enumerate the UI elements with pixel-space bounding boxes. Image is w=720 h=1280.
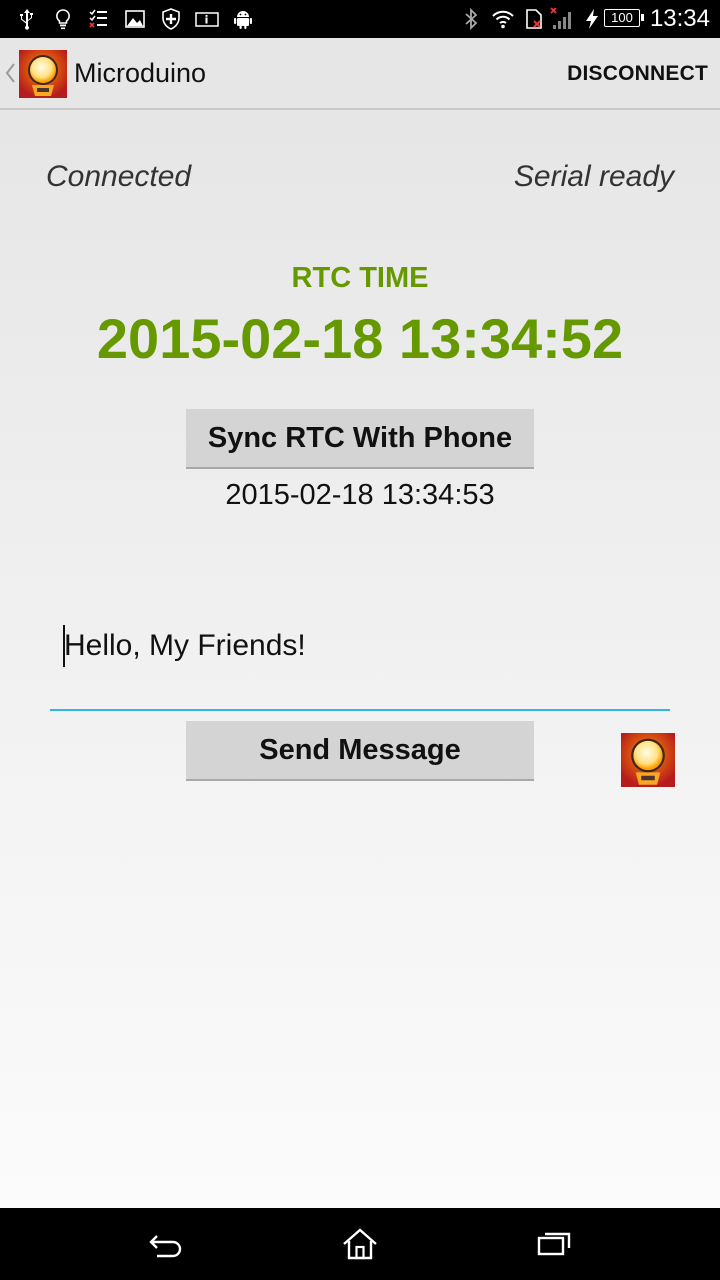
battery-icon: 100	[604, 9, 644, 27]
action-bar: Microduino DISCONNECT	[0, 38, 720, 110]
battery-level: 100	[611, 10, 633, 25]
sync-rtc-button[interactable]: Sync RTC With Phone	[186, 409, 534, 469]
app-logo-icon[interactable]	[19, 50, 67, 98]
signal-icon	[550, 7, 571, 29]
bluetooth-icon	[465, 7, 478, 31]
image-icon	[125, 10, 145, 28]
rtc-time-value: 2015-02-18 13:34:52	[96, 307, 624, 370]
up-navigation-icon[interactable]	[4, 62, 16, 84]
navigation-bar	[0, 1208, 720, 1280]
charging-icon	[586, 9, 598, 29]
home-icon[interactable]	[338, 1222, 382, 1266]
android-icon	[234, 11, 252, 29]
message-input[interactable]: Hello, My Friends!	[50, 615, 670, 711]
bulb-icon	[56, 9, 70, 30]
status-clock: 13:34	[649, 5, 710, 32]
main-content: Connected Serial ready RTC TIME 2015-02-…	[0, 110, 720, 1208]
sim-icon	[526, 9, 542, 29]
send-message-button[interactable]: Send Message	[186, 721, 534, 781]
serial-status: Serial ready	[513, 160, 674, 193]
info-card-icon	[195, 12, 219, 27]
recents-icon[interactable]	[533, 1222, 577, 1266]
message-input-value: Hello, My Friends!	[64, 629, 306, 662]
app-title: Microduino	[74, 58, 207, 88]
microduino-logo-icon	[621, 733, 675, 787]
phone-time-value: 2015-02-18 13:34:53	[225, 479, 495, 511]
usb-icon	[20, 9, 33, 30]
disconnect-button[interactable]: DISCONNECT	[567, 62, 708, 86]
wifi-icon	[492, 10, 514, 29]
connection-status: Connected	[46, 160, 192, 193]
status-bar: 100 13:34	[0, 0, 720, 38]
checklist-icon	[89, 9, 107, 28]
rtc-time-label: RTC TIME	[291, 262, 429, 294]
shield-icon	[162, 8, 180, 30]
back-icon[interactable]	[143, 1222, 187, 1266]
